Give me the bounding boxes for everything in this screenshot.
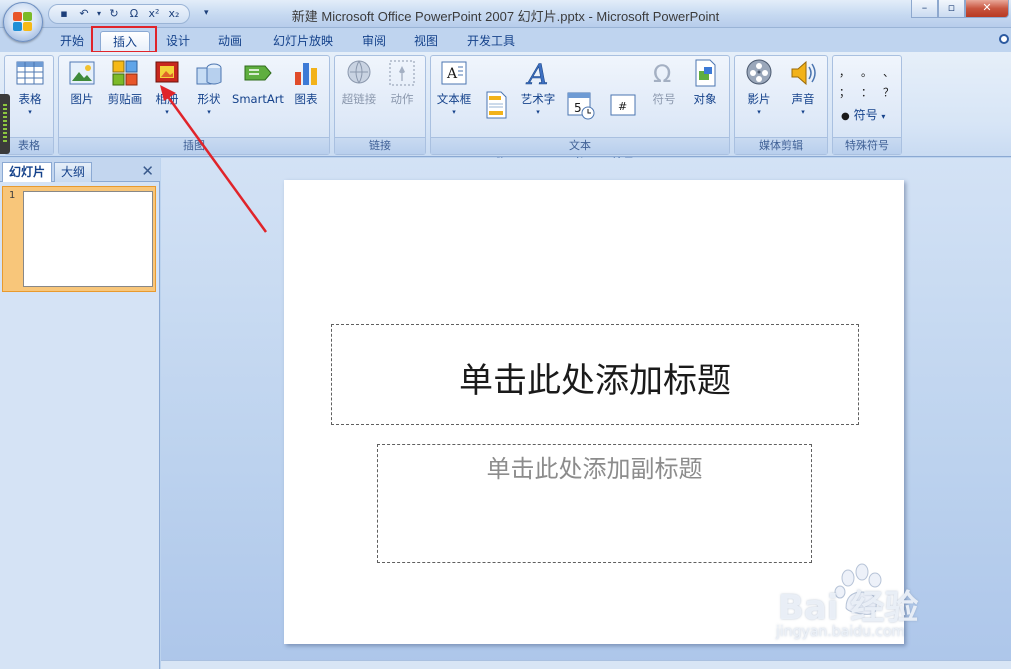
picture-button[interactable]: 图片: [63, 58, 101, 107]
group-label-links: 链接: [335, 137, 425, 154]
svg-text:#: #: [618, 100, 627, 113]
close-button[interactable]: ✕: [965, 0, 1009, 18]
table-button[interactable]: 表格 ▾: [11, 58, 49, 117]
minimize-button[interactable]: –: [911, 0, 938, 18]
sound-button[interactable]: 声音 ▾: [783, 58, 823, 117]
special-symbol-period[interactable]: 。: [861, 64, 872, 80]
photo-album-icon: [155, 61, 179, 83]
svg-text:5: 5: [574, 101, 582, 115]
smartart-button[interactable]: SmartArt: [231, 58, 285, 107]
side-gadget: [0, 94, 10, 154]
help-icon[interactable]: [999, 34, 1009, 44]
photo-album-button[interactable]: 相册 ▾: [149, 58, 185, 117]
group-media: 影片 ▾ 声音 ▾ 媒体剪辑: [734, 55, 828, 155]
tab-home[interactable]: 开始: [52, 31, 92, 52]
speaker-icon: [791, 60, 816, 86]
clipart-icon: [112, 60, 138, 86]
table-icon: [16, 61, 44, 85]
panel-tabs: 幻灯片 大纲 ✕: [0, 158, 160, 182]
maximize-button[interactable]: ▫: [938, 0, 965, 18]
group-illustrations: 图片 剪贴画 相册 ▾ 形状 ▾ SmartArt 图表 插图: [58, 55, 330, 155]
group-tables: 表格 ▾ 表格: [4, 55, 54, 155]
panel-close-icon[interactable]: ✕: [141, 162, 154, 180]
special-symbol-semicolon[interactable]: ；: [839, 84, 850, 100]
tab-slideshow[interactable]: 幻灯片放映: [262, 31, 344, 52]
chart-icon: [295, 63, 317, 85]
slides-panel: 幻灯片 大纲 ✕ 1: [0, 158, 160, 669]
subtitle-placeholder[interactable]: 单击此处添加副标题: [377, 444, 812, 563]
svg-text:A: A: [446, 66, 458, 82]
window-title: 新建 Microsoft Office PowerPoint 2007 幻灯片.…: [291, 9, 720, 24]
title-placeholder[interactable]: 单击此处添加标题: [331, 324, 859, 425]
title-bar: ▪ ↶ ▾ ↻ Ω x² x₂ ▾ 新建 Microsoft Office Po…: [0, 0, 1011, 28]
office-button[interactable]: [3, 2, 43, 42]
group-special-symbols: ， 。 、 ； ： ？ ● 符号 ▾ 特殊符号: [832, 55, 902, 155]
wordart-button[interactable]: A 艺术字 ▾: [517, 58, 559, 117]
wordart-icon: A: [525, 58, 549, 88]
watermark-url: jingyan.baidu.com: [776, 624, 906, 640]
shapes-icon: [196, 63, 222, 85]
picture-icon: [69, 61, 95, 85]
clipart-button[interactable]: 剪贴画: [103, 58, 147, 107]
special-symbol-grid: ， 。 、 ； ： ？: [839, 64, 899, 100]
horizontal-scrollbar[interactable]: [161, 660, 1011, 669]
slide-thumbnail-item[interactable]: 1: [2, 186, 156, 292]
group-label-illustrations: 插图: [59, 137, 329, 154]
textbox-icon: A: [441, 61, 467, 85]
tab-review[interactable]: 审阅: [354, 31, 394, 52]
tab-outline[interactable]: 大纲: [54, 162, 93, 182]
svg-text:Ω: Ω: [653, 60, 671, 88]
object-icon: [695, 59, 716, 87]
tab-animations[interactable]: 动画: [210, 31, 250, 52]
special-symbol-caesura[interactable]: 、: [883, 64, 894, 80]
film-reel-icon: [746, 59, 772, 85]
tab-slides[interactable]: 幻灯片: [2, 162, 53, 182]
object-button[interactable]: 对象: [685, 58, 725, 107]
group-label-text: 文本: [431, 137, 729, 154]
group-label-special-symbols: 特殊符号: [833, 137, 901, 154]
group-label-media: 媒体剪辑: [735, 137, 827, 154]
ribbon: 表格 ▾ 表格 图片 剪贴画 相册 ▾ 形状 ▾ SmartArt 图表 插图 …: [0, 52, 1011, 170]
watermark-brand: Bai 经验: [778, 588, 919, 628]
tab-design[interactable]: 设计: [158, 31, 198, 52]
insert-tab-highlight-box: [91, 26, 157, 53]
slide-thumbnail-number: 1: [9, 190, 16, 201]
subtitle-placeholder-text: 单击此处添加副标题: [486, 455, 703, 483]
hyperlink-icon: [347, 60, 371, 84]
omega-icon: Ω: [653, 60, 671, 88]
bullet-icon: ●: [841, 111, 850, 122]
group-links: 超链接 动作 链接: [334, 55, 426, 155]
group-text: A 文本框 ▾ 页眉和 页脚 A 艺术字 ▾: [430, 55, 730, 170]
tab-developer[interactable]: 开发工具: [458, 31, 524, 52]
slide-thumbnail[interactable]: [23, 191, 153, 287]
smartart-icon: [244, 65, 272, 81]
action-icon: [389, 60, 415, 86]
svg-text:A: A: [525, 58, 548, 88]
group-label-tables: 表格: [5, 137, 53, 154]
tab-view[interactable]: 视图: [406, 31, 446, 52]
special-symbol-colon[interactable]: ：: [861, 84, 872, 100]
special-symbol-comma[interactable]: ，: [839, 64, 850, 80]
action-button[interactable]: 动作: [383, 58, 421, 107]
movie-button[interactable]: 影片 ▾: [739, 58, 779, 117]
office-logo-icon: [13, 12, 33, 32]
baidu-watermark: Bai 经验 jingyan.baidu.com: [776, 560, 976, 650]
title-placeholder-text: 单击此处添加标题: [459, 361, 731, 401]
window-controls: – ▫ ✕: [911, 0, 1009, 20]
textbox-button[interactable]: A 文本框 ▾: [433, 58, 475, 117]
hyperlink-button[interactable]: 超链接: [337, 58, 381, 107]
shapes-button[interactable]: 形状 ▾: [187, 58, 231, 117]
special-symbol-question[interactable]: ？: [883, 84, 894, 100]
calendar-icon: 5: [567, 92, 595, 120]
slide-number-icon: #: [610, 94, 636, 116]
chart-button[interactable]: 图表: [287, 58, 325, 107]
special-symbol-dropdown[interactable]: ● 符号 ▾: [841, 106, 885, 123]
symbol-button[interactable]: Ω 符号: [645, 58, 683, 107]
header-footer-icon: [486, 91, 507, 119]
